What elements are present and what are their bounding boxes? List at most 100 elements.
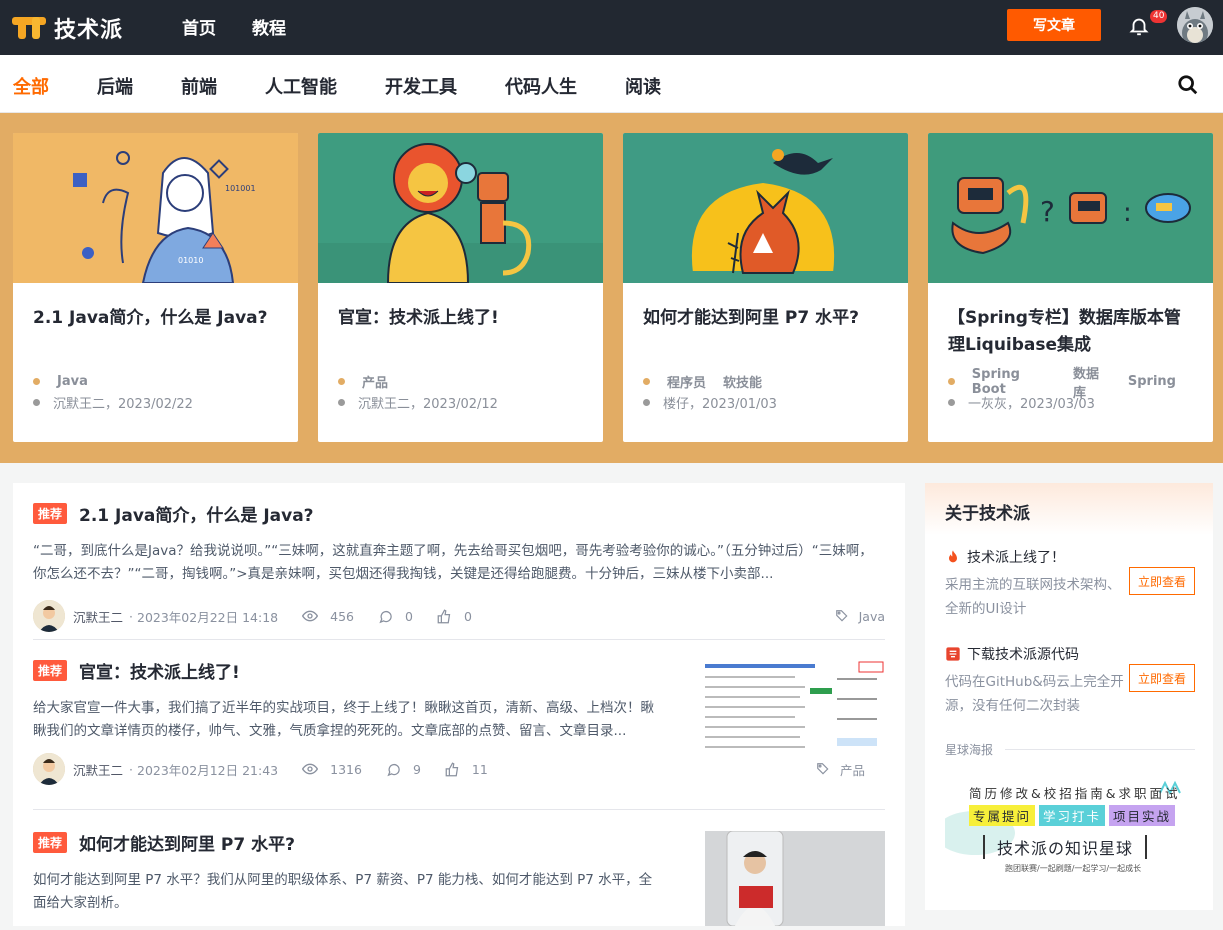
user-avatar[interactable] [1177, 7, 1213, 43]
article-thumbnail[interactable] [705, 831, 885, 926]
article-item[interactable]: 推荐 2.1 Java简介，什么是 Java? “二哥，到底什么是Java？给我说… [33, 501, 885, 640]
site-logo[interactable]: 技术派 [12, 12, 123, 44]
sidebar-item-title[interactable]: 下载技术派源代码 [967, 644, 1079, 664]
poster-line1: 简历修改&校招指南&求职面试 [969, 786, 1181, 801]
recommend-badge: 推荐 [33, 660, 68, 681]
featured-card[interactable]: 01010 101001 2.1 Java简介，什么是 Java? Java 沉… [13, 133, 298, 442]
notification-badge: 40 [1150, 10, 1168, 23]
category-backend[interactable]: 后端 [97, 73, 133, 99]
featured-card[interactable]: ? : 【Spring专栏】数据库版本管理Liquibase集成 Spring … [928, 133, 1213, 442]
nav-home[interactable]: 首页 [182, 14, 216, 39]
tag-dot [643, 378, 650, 385]
sidebar-item: 技术派上线了！ 采用主流的互联网技术架构、全新的UI设计 立即查看 [945, 547, 1195, 621]
knowledge-planet-poster[interactable]: 简历修改&校招指南&求职面试 专属提问 学习打卡 项目实战 技术派の知识星球 跑… [945, 773, 1195, 878]
thumbs-up-icon[interactable] [437, 608, 452, 624]
article-tag[interactable]: 产品 [840, 760, 865, 779]
card-author-date: 一灰灰，2023/03/03 [968, 397, 1095, 412]
top-navigation-bar: 技术派 首页 教程 写文章 40 [0, 0, 1223, 55]
woman-security-illustration: 01010 101001 [13, 133, 298, 283]
nav-tutorial[interactable]: 教程 [252, 14, 286, 39]
category-devtools[interactable]: 开发工具 [385, 73, 457, 99]
logo-text: 技术派 [54, 18, 124, 43]
article-tag[interactable]: Java [859, 609, 885, 624]
category-ai[interactable]: 人工智能 [265, 73, 337, 99]
poster-chip: 专属提问 [969, 805, 1036, 826]
card-tag[interactable]: Spring Boot [972, 367, 1056, 397]
featured-card[interactable]: 官宣：技术派上线了! 产品 沉默王二，2023/02/12 [318, 133, 603, 442]
search-icon[interactable] [1177, 74, 1199, 96]
card-tag[interactable]: 产品 [362, 372, 388, 391]
card-title[interactable]: 如何才能达到阿里 P7 水平? [643, 305, 888, 359]
recommend-badge: 推荐 [33, 832, 68, 853]
write-article-button[interactable]: 写文章 [1007, 9, 1101, 41]
author-dot [948, 399, 955, 406]
card-title[interactable]: 2.1 Java简介，什么是 Java? [33, 305, 278, 359]
poster-label: 星球海报 [945, 741, 1195, 758]
article-title[interactable]: 如何才能达到阿里 P7 水平? [79, 830, 295, 855]
category-all[interactable]: 全部 [13, 73, 49, 99]
svg-text:?: ? [1040, 195, 1055, 228]
article-title[interactable]: 2.1 Java简介，什么是 Java? [79, 501, 314, 526]
robot-question-illustration: ? : [928, 133, 1213, 283]
fire-icon [949, 550, 957, 563]
sidebar-item-title[interactable]: 技术派上线了！ [967, 547, 1065, 567]
author-dot [643, 399, 650, 406]
lion-robot-illustration [318, 133, 603, 283]
article-item[interactable]: 推荐 官宣：技术派上线了! 给大家官宣一件大事，我们搞了近半年的实战项目，终于上线… [33, 658, 885, 810]
bell-icon[interactable] [1128, 15, 1150, 37]
card-tag[interactable]: Spring [1128, 374, 1176, 389]
comment-icon [379, 610, 392, 623]
thumbs-up-icon[interactable] [445, 761, 460, 777]
article-thumbnail[interactable] [705, 658, 885, 758]
eye-icon [302, 610, 319, 622]
sidebar-title: 关于技术派 [925, 483, 1213, 535]
date-separator: · [129, 608, 133, 624]
view-now-button[interactable]: 立即查看 [1129, 664, 1195, 692]
tag-dot [338, 378, 345, 385]
card-author-date: 沉默王二，2023/02/22 [53, 397, 193, 412]
author-avatar[interactable] [33, 753, 65, 785]
like-count: 11 [471, 761, 488, 777]
featured-banner: 01010 101001 2.1 Java简介，什么是 Java? Java 沉… [0, 113, 1223, 463]
publish-date: 2023年02月12日 21:43 [137, 762, 279, 778]
tag-icon [835, 610, 848, 622]
date-separator: · [129, 761, 133, 777]
card-title[interactable]: 官宣：技术派上线了! [338, 305, 583, 359]
svg-text::: : [1123, 198, 1132, 228]
author-avatar[interactable] [33, 600, 65, 632]
card-tag[interactable]: 程序员 [667, 372, 706, 391]
main-nav: 首页 教程 [182, 14, 286, 39]
card-author-date: 沉默王二，2023/02/12 [358, 397, 498, 412]
card-title[interactable]: 【Spring专栏】数据库版本管理Liquibase集成 [948, 305, 1193, 359]
poster-subtitle: 跑团联赛/一起刷题/一起学习/一起成长 [1005, 864, 1142, 873]
poster-title: 技术派の知识星球 [983, 835, 1148, 859]
article-title[interactable]: 官宣：技术派上线了! [79, 658, 240, 683]
poster-chip: 项目实战 [1109, 805, 1176, 826]
category-reading[interactable]: 阅读 [625, 73, 661, 99]
code-icon [946, 647, 960, 661]
author-name[interactable]: 沉默王二 [73, 607, 123, 626]
sidebar-item-desc: 采用主流的互联网技术架构、全新的UI设计 [945, 577, 1121, 617]
category-frontend[interactable]: 前端 [181, 73, 217, 99]
view-now-button[interactable]: 立即查看 [1129, 567, 1195, 595]
author-name[interactable]: 沉默王二 [73, 760, 123, 779]
article-item[interactable]: 推荐 如何才能达到阿里 P7 水平? 如何才能达到阿里 P7 水平？我们从阿里的职… [33, 830, 885, 930]
featured-card[interactable]: 如何才能达到阿里 P7 水平? 程序员 软技能 楼仔，2023/01/03 [623, 133, 908, 442]
author-dot [338, 399, 345, 406]
category-bar: 全部 后端 前端 人工智能 开发工具 代码人生 阅读 [0, 55, 1223, 113]
article-summary: 给大家官宣一件大事，我们搞了近半年的实战项目，终于上线了！瞅瞅这首页，清新、高级… [33, 700, 654, 739]
like-count: 0 [463, 608, 472, 624]
recommend-badge: 推荐 [33, 503, 68, 524]
card-tag[interactable]: 软技能 [723, 372, 762, 391]
svg-text:101001: 101001 [225, 184, 256, 193]
card-tag[interactable]: Java [57, 374, 88, 389]
comment-count: 9 [412, 761, 421, 777]
tag-icon [817, 763, 829, 775]
eye-icon [302, 763, 319, 775]
sidebar: 关于技术派 技术派上线了！ 采用主流的互联网技术架构、全新的UI设计 立即查看 … [925, 483, 1213, 910]
article-summary: “二哥，到底什么是Java？给我说说呗。”“三妹啊，这就直奔主题了啊，先去给哥买… [33, 543, 873, 582]
sidebar-item-desc: 代码在GitHub&码云上完全开源，没有任何二次封装 [945, 674, 1124, 714]
category-code-life[interactable]: 代码人生 [505, 73, 577, 99]
publish-date: 2023年02月22日 14:18 [137, 609, 279, 625]
view-count: 1316 [330, 761, 362, 777]
